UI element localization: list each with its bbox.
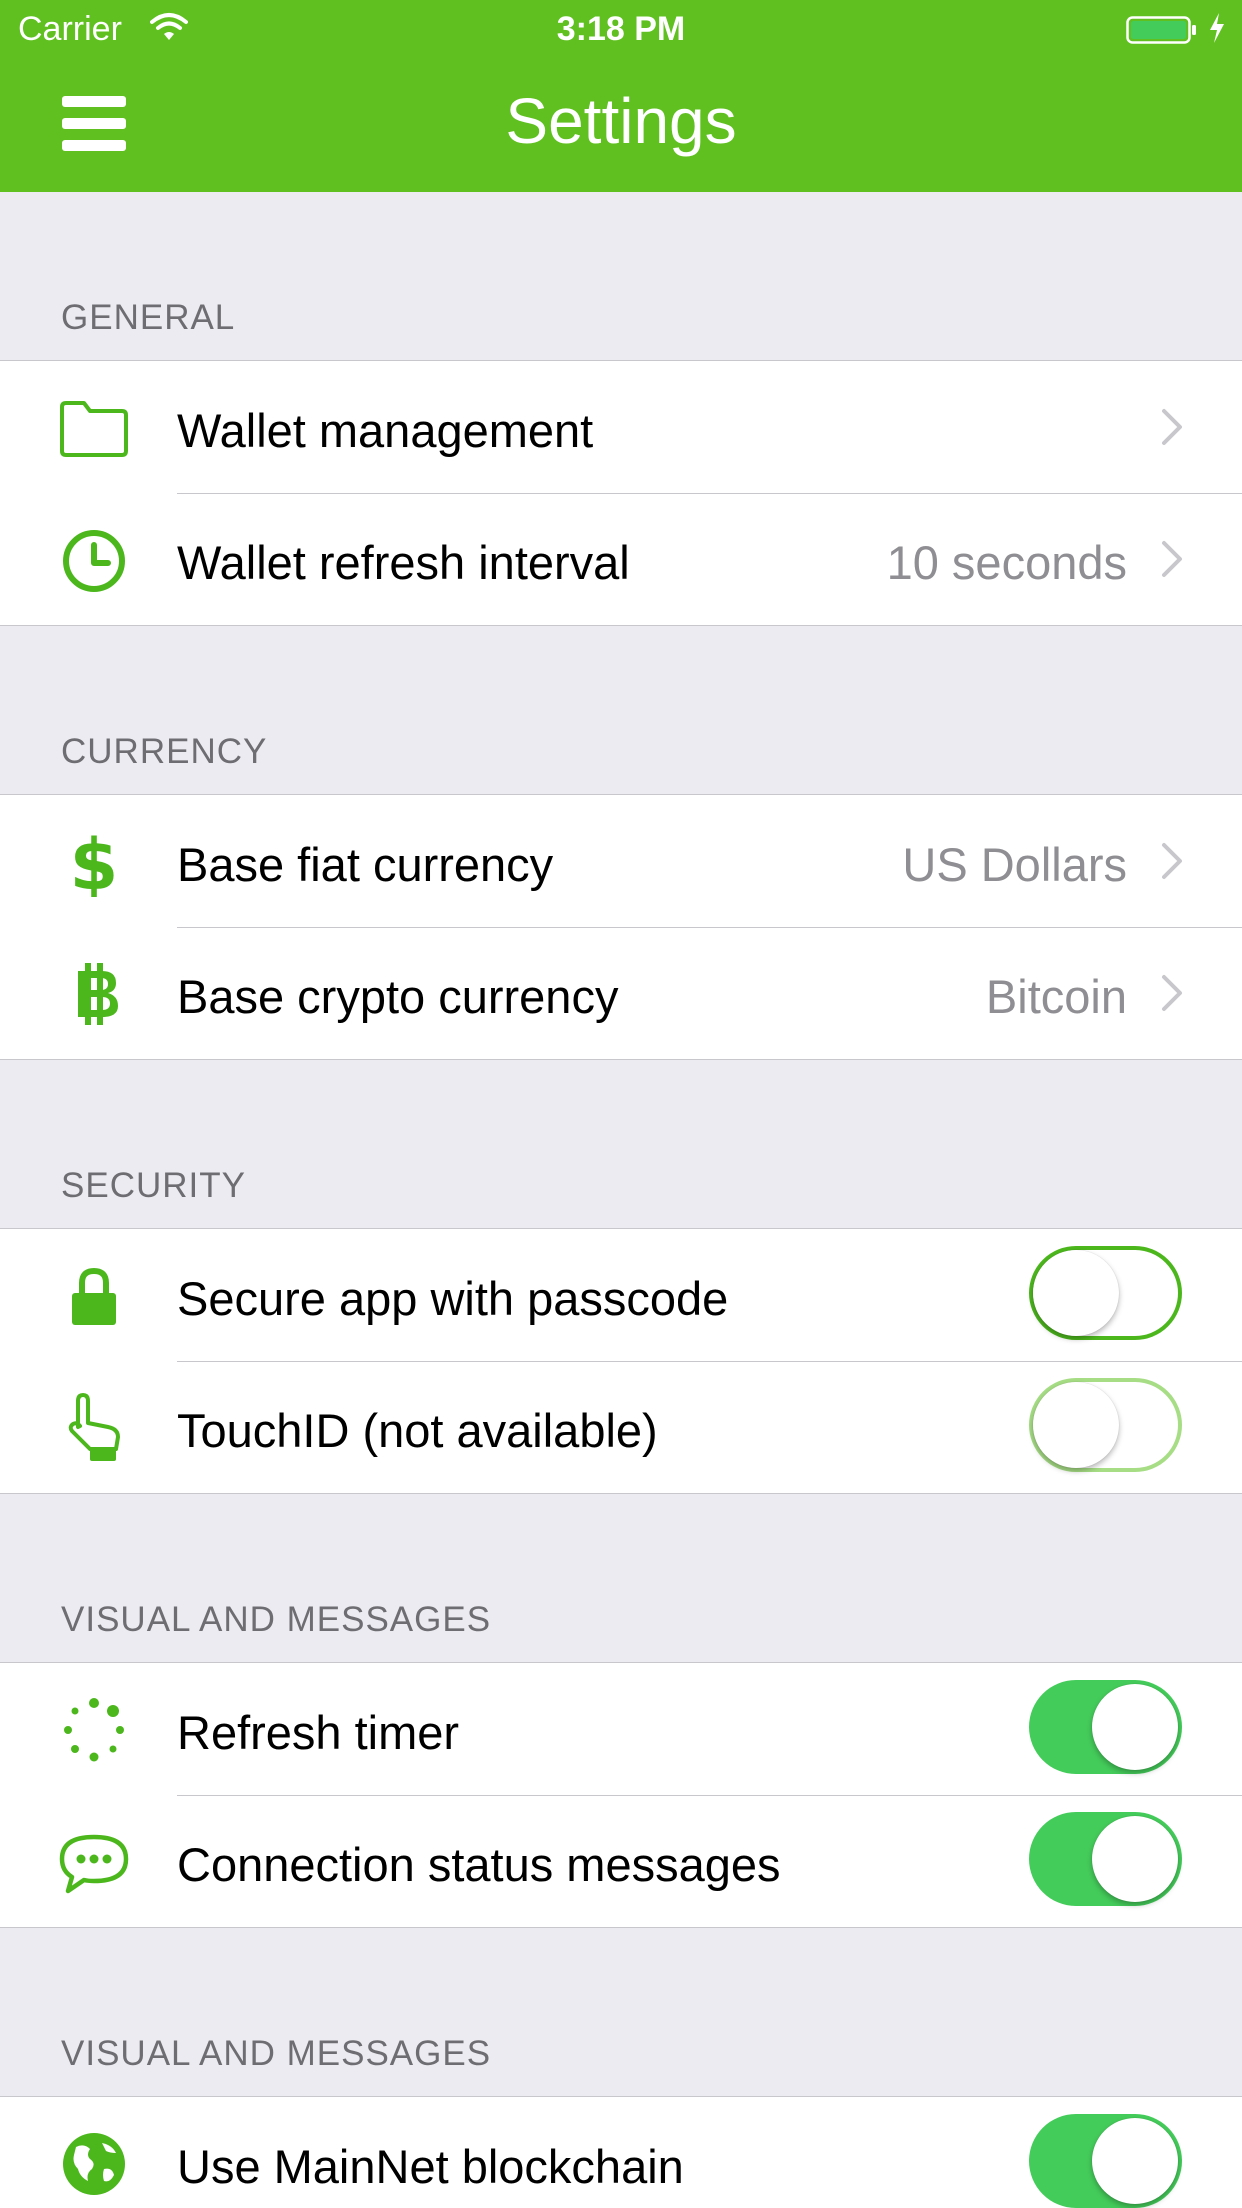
row-label: Base fiat currency — [177, 838, 554, 891]
header: Carrier 3:18 PM Settings — [0, 0, 1242, 192]
row-label: Use MainNet blockchain — [177, 2140, 684, 2193]
row-value: US Dollars — [902, 838, 1127, 891]
status-bar: Carrier 3:18 PM — [0, 0, 1242, 60]
row-refresh-timer: Refresh timer — [0, 1663, 1242, 1795]
chat-bubble-icon — [56, 1827, 132, 1897]
lock-icon — [56, 1261, 132, 1331]
section-header-network: VISUAL AND MESSAGES — [0, 1928, 1242, 2096]
section-title: SECURITY — [61, 1166, 246, 1205]
dollar-icon: $ — [56, 827, 132, 897]
battery-icon — [1126, 16, 1196, 44]
settings-list: GENERAL Wallet management Wallet refresh… — [0, 192, 1242, 2208]
section-title: VISUAL AND MESSAGES — [61, 2034, 492, 2073]
row-connection-status-messages: Connection status messages — [0, 1795, 1242, 1927]
folder-icon — [56, 393, 132, 463]
chevron-right-icon — [1162, 409, 1182, 445]
chevron-right-icon — [1162, 541, 1182, 577]
touchid-toggle[interactable] — [1029, 1378, 1182, 1472]
section-title: CURRENCY — [61, 732, 268, 771]
section-header-general: GENERAL — [0, 192, 1242, 360]
row-label: Base crypto currency — [177, 970, 619, 1023]
connection-status-toggle[interactable] — [1029, 1812, 1182, 1906]
group-security: Secure app with passcode TouchID (not av… — [0, 1228, 1242, 1494]
row-use-mainnet: Use MainNet blockchain — [0, 2097, 1242, 2208]
row-label: Refresh timer — [177, 1706, 460, 1759]
charging-bolt-icon — [1210, 13, 1224, 43]
row-value: 10 seconds — [886, 536, 1127, 589]
section-header-visual: VISUAL AND MESSAGES — [0, 1494, 1242, 1662]
section-title: VISUAL AND MESSAGES — [61, 1600, 492, 1639]
row-label: Secure app with passcode — [177, 1272, 729, 1325]
row-wallet-management[interactable]: Wallet management — [0, 361, 1242, 493]
refresh-timer-toggle[interactable] — [1029, 1680, 1182, 1774]
row-base-fiat-currency[interactable]: $ Base fiat currency US Dollars — [0, 795, 1242, 927]
group-currency: $ Base fiat currency US Dollars Base cry… — [0, 794, 1242, 1060]
chevron-right-icon — [1162, 975, 1182, 1011]
section-header-security: SECURITY — [0, 1060, 1242, 1228]
svg-text:$: $ — [70, 827, 119, 897]
passcode-toggle[interactable] — [1029, 1246, 1182, 1340]
touch-hand-icon — [56, 1393, 132, 1463]
nav-bar: Settings — [0, 60, 1242, 192]
settings-screen: Carrier 3:18 PM Settings GENERAL Wallet … — [0, 0, 1242, 2208]
mainnet-toggle[interactable] — [1029, 2114, 1182, 2208]
group-general: Wallet management Wallet refresh interva… — [0, 360, 1242, 626]
section-title: GENERAL — [61, 298, 236, 337]
row-label: Connection status messages — [177, 1838, 781, 1891]
row-base-crypto-currency[interactable]: Base crypto currency Bitcoin — [0, 927, 1242, 1059]
page-title: Settings — [505, 85, 737, 157]
row-touchid: TouchID (not available) — [0, 1361, 1242, 1493]
globe-icon — [56, 2129, 132, 2199]
row-wallet-refresh-interval[interactable]: Wallet refresh interval 10 seconds — [0, 493, 1242, 625]
row-label: TouchID (not available) — [177, 1404, 658, 1457]
group-network: Use MainNet blockchain — [0, 2096, 1242, 2208]
row-label: Wallet management — [177, 404, 594, 457]
chevron-right-icon — [1162, 843, 1182, 879]
row-label: Wallet refresh interval — [177, 536, 630, 589]
clock-icon — [56, 525, 132, 595]
group-visual: Refresh timer Connection status messages — [0, 1662, 1242, 1928]
row-secure-app-passcode: Secure app with passcode — [0, 1229, 1242, 1361]
bitcoin-icon — [56, 959, 132, 1029]
status-time: 3:18 PM — [556, 10, 686, 48]
section-header-currency: CURRENCY — [0, 626, 1242, 794]
row-value: Bitcoin — [985, 970, 1127, 1023]
spinner-dots-icon — [56, 1695, 132, 1765]
